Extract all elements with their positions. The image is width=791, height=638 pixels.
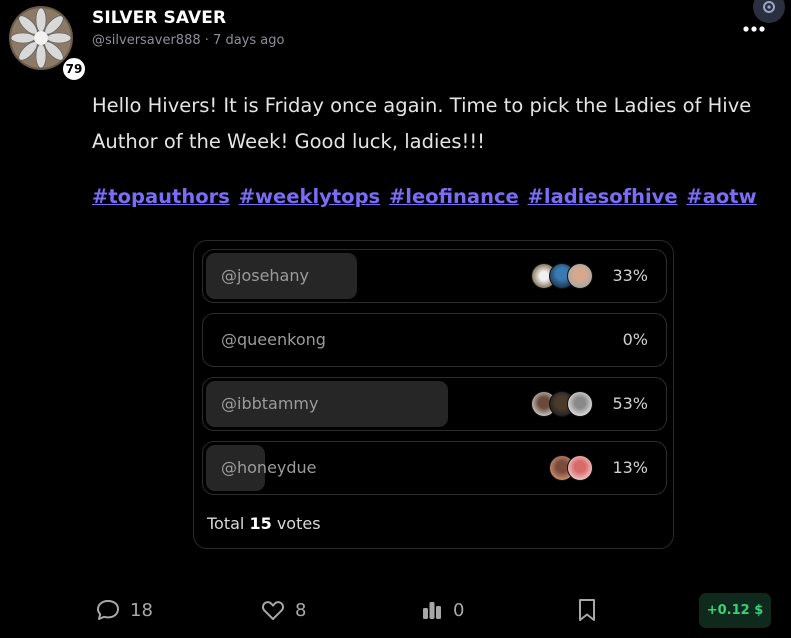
hashtag-list: #topauthors #weeklytops #leofinance #lad…: [92, 185, 759, 208]
like-count: 8: [295, 599, 307, 621]
voter-avatars: [531, 263, 593, 289]
author-name[interactable]: SILVER SAVER: [92, 8, 226, 28]
poll-option[interactable]: @ibbtammy 53%: [202, 377, 667, 431]
poll-option-percent: 33%: [612, 266, 648, 285]
poll: @josehany 33% @queenkong 0% @ibbtammy 53…: [193, 240, 674, 549]
voter-avatar: [567, 391, 593, 417]
author-handle[interactable]: @silversaver888: [92, 33, 201, 48]
post-time: 7 days ago: [213, 33, 285, 48]
hashtag-link[interactable]: #aotw: [686, 185, 756, 208]
hashtag-link[interactable]: #topauthors: [92, 185, 230, 208]
author-avatar[interactable]: 79: [9, 6, 87, 82]
poll-total-suffix: votes: [276, 514, 321, 533]
author-meta: @silversaver888 · 7 days ago: [92, 33, 284, 48]
poll-total: Total 15 votes: [207, 514, 321, 533]
bookmark-button[interactable]: [577, 596, 597, 624]
more-horizontal-icon[interactable]: [740, 18, 768, 38]
post-body: Hello Hivers! It is Friday once again. T…: [92, 94, 752, 153]
poll-total-count: 15: [249, 514, 272, 533]
poll-option-label: @honeydue: [221, 458, 317, 477]
poll-option[interactable]: @queenkong 0%: [202, 313, 667, 367]
poll-option[interactable]: @josehany 33%: [202, 249, 667, 303]
poll-option-label: @josehany: [221, 266, 309, 285]
bar-chart-icon: [423, 602, 441, 619]
voter-avatars: [549, 455, 593, 481]
poll-option[interactable]: @honeydue 13%: [202, 441, 667, 495]
bookmark-icon: [579, 599, 595, 621]
poll-option-percent: 53%: [612, 394, 648, 413]
comment-count: 18: [130, 599, 153, 621]
like-button[interactable]: 8: [261, 596, 306, 624]
hashtag-link[interactable]: #leofinance: [389, 185, 519, 208]
heart-icon: [262, 601, 284, 620]
hashtag-link[interactable]: #ladiesofhive: [528, 185, 678, 208]
poll-option-percent: 13%: [612, 458, 648, 477]
poll-total-prefix: Total: [207, 514, 245, 533]
payout-button[interactable]: +0.12 $: [699, 593, 771, 628]
poll-option-label: @queenkong: [221, 330, 326, 349]
hashtag-link[interactable]: #weeklytops: [239, 185, 380, 208]
meta-separator: ·: [204, 33, 209, 48]
voter-avatar: [567, 455, 593, 481]
voter-avatar: [567, 263, 593, 289]
vote-button[interactable]: 0: [421, 596, 464, 624]
voter-avatars: [531, 391, 593, 417]
comment-button[interactable]: 18: [96, 596, 153, 624]
reputation-badge: 79: [61, 56, 87, 82]
poll-option-percent: 0%: [622, 330, 648, 349]
vote-count: 0: [453, 599, 465, 621]
comment-icon: [97, 600, 119, 620]
poll-option-label: @ibbtammy: [221, 394, 319, 413]
